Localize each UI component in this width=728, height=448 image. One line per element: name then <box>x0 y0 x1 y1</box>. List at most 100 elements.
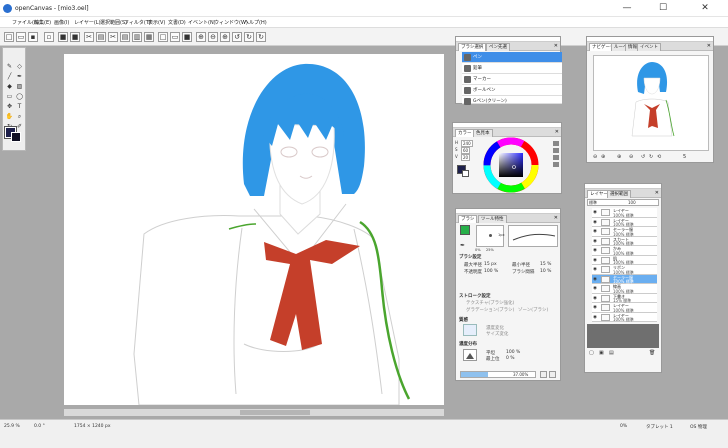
texture-option-2[interactable]: サイズ変化 <box>486 331 508 337</box>
brush-item-marker[interactable]: マーカー <box>462 74 562 85</box>
min-diameter-value[interactable]: 15 % <box>540 262 551 267</box>
minimize-button[interactable]: — <box>612 2 642 15</box>
layer-row[interactable]: ◉ かみ 100% 標準 <box>592 246 657 256</box>
eye-icon[interactable]: ◉ <box>593 286 597 291</box>
stroke-option-1[interactable]: テクスチャ(ブラシ強化) <box>466 300 514 306</box>
tab-tool-props[interactable]: ツール特性 <box>478 215 507 223</box>
eye-icon[interactable]: ◉ <box>593 267 597 272</box>
layer-row[interactable]: ◉ レイヤー 100% 標準 <box>592 303 657 313</box>
texture-preview[interactable] <box>463 324 477 336</box>
layer-row[interactable]: ◉ 肌 100% 標準 <box>592 255 657 265</box>
close-icon[interactable]: ✕ <box>554 215 558 222</box>
layer-row[interactable]: ◉ レイヤー 100% 標準 <box>592 217 657 227</box>
rotate-left-icon[interactable]: ↺ <box>232 32 242 42</box>
rotate-reset-icon[interactable]: ↻ <box>256 32 266 42</box>
eye-icon[interactable]: ◉ <box>593 258 597 263</box>
copy-icon[interactable]: ▫ <box>44 32 54 42</box>
dropper-tool-icon[interactable]: ✒ <box>15 72 24 81</box>
color-mode-icons[interactable] <box>553 141 559 177</box>
eye-icon[interactable]: ◉ <box>593 210 597 215</box>
stroke-option-3[interactable]: ゾーン(ブラシ) <box>518 307 548 313</box>
rotate-reset-icon[interactable]: ⟲ <box>657 154 661 160</box>
tab-color[interactable]: カラー <box>455 129 475 137</box>
color-wheel[interactable] <box>483 137 539 193</box>
max-diameter-value[interactable]: 15 px <box>484 262 497 267</box>
layer-icon[interactable]: ▦ <box>144 32 154 42</box>
brush-item-ballpen[interactable]: ボールペン <box>462 85 562 96</box>
drawing-canvas[interactable] <box>64 54 444 405</box>
tab-swatches[interactable]: 色見本 <box>473 129 493 137</box>
menu-filter[interactable]: フィルタ(T) <box>124 19 151 26</box>
eraser-tool-icon[interactable]: ◇ <box>15 62 24 71</box>
tab-selection[interactable]: 選択範囲 <box>607 190 631 198</box>
menu-image[interactable]: 画像(I) <box>54 19 69 26</box>
delete-layer-icon[interactable]: 🗑 <box>649 350 655 356</box>
move-tool-icon[interactable]: ✥ <box>5 102 14 111</box>
fill-tool-icon[interactable]: ◆ <box>5 82 14 91</box>
eye-icon[interactable]: ◉ <box>593 220 597 225</box>
close-icon[interactable]: ✕ <box>554 43 558 50</box>
opacity-value[interactable]: 100 % <box>484 269 498 274</box>
zoom-out-icon[interactable]: ⊖ <box>593 154 597 160</box>
layer-row-selected[interactable]: ◉ セーラー服 100% 標準 <box>592 274 657 284</box>
menu-document[interactable]: 文書(D) <box>168 19 186 26</box>
paste-icon[interactable]: ▤ <box>96 32 106 42</box>
zoom-value[interactable]: 5 <box>683 154 686 160</box>
gradient-tool-icon[interactable]: ▨ <box>15 82 24 91</box>
blend-mode-select[interactable]: 標準 <box>589 200 597 206</box>
brush-color-swatch[interactable] <box>460 225 470 235</box>
background-color-swatch[interactable] <box>11 132 21 142</box>
density-preview[interactable] <box>463 349 477 361</box>
tab-brush-tip[interactable]: ペン先選 <box>486 43 510 51</box>
tab-brush[interactable]: ブラシ <box>458 215 478 223</box>
brush-item-gpen[interactable]: Gペン(クリーン) <box>462 96 562 105</box>
layer-row[interactable]: ◉ レイヤー 100% 標準 <box>592 312 657 322</box>
frame-icon[interactable]: □ <box>158 32 168 42</box>
menu-event[interactable]: イベント(N) <box>188 19 216 26</box>
menu-view[interactable]: 表示(V) <box>148 19 165 26</box>
saturation-value[interactable]: 60 <box>461 147 471 154</box>
record-icon[interactable]: ■ <box>58 32 68 42</box>
zoom-fit-icon[interactable]: ⊕ <box>617 154 621 160</box>
zoom-actual-icon[interactable]: ⊖ <box>629 154 633 160</box>
menu-help[interactable]: ヘルプ(H) <box>244 19 267 26</box>
play-icon[interactable]: ■ <box>70 32 80 42</box>
frame2-icon[interactable]: ▭ <box>170 32 180 42</box>
zoom-out-icon[interactable]: ⊖ <box>208 32 218 42</box>
layer-row[interactable]: ◉ レイヤー 100% 標準 <box>592 208 657 218</box>
scroll-thumb[interactable] <box>240 410 310 415</box>
copy-layer-icon[interactable]: ▣ <box>599 350 604 356</box>
horizontal-scrollbar[interactable] <box>64 409 444 416</box>
fill-icon[interactable]: ■ <box>182 32 192 42</box>
merge-layer-icon[interactable]: ▤ <box>609 350 614 356</box>
eye-icon[interactable]: ◉ <box>593 248 597 253</box>
layer-opacity-value[interactable]: 100 <box>628 200 636 205</box>
secondary-color-swatch[interactable] <box>462 170 469 177</box>
rotate-right-icon[interactable]: ↻ <box>649 154 653 160</box>
hue-value[interactable]: 240 <box>461 140 473 147</box>
interval-value[interactable]: 10 % <box>540 269 551 274</box>
select-tool-icon[interactable]: ▭ <box>5 92 14 101</box>
zoom-tool-icon[interactable]: ⌕ <box>15 112 24 121</box>
close-icon[interactable]: ✕ <box>555 129 559 136</box>
cut-icon[interactable]: ✂ <box>84 32 94 42</box>
rotate-right-icon[interactable]: ↻ <box>244 32 254 42</box>
layer-row[interactable]: ◉ 下書き 15% 標準 <box>592 293 657 303</box>
density-flat-value[interactable]: 100 % <box>506 350 520 355</box>
close-icon[interactable]: ✕ <box>655 190 659 197</box>
eye-icon[interactable]: ◉ <box>593 296 597 301</box>
tab-event[interactable]: イベント <box>637 43 661 51</box>
brush-item-pen[interactable]: ペン <box>462 52 562 63</box>
brush-item-pencil[interactable]: 鉛筆 <box>462 63 562 74</box>
brush-tool-icon[interactable]: ╱ <box>5 72 14 81</box>
layer-row[interactable]: ◉ スカート 100% 標準 <box>592 236 657 246</box>
tab-brush-select[interactable]: ブラシ選択 <box>458 43 487 51</box>
zoom-in-icon[interactable]: ⊕ <box>196 32 206 42</box>
clipboard-icon[interactable]: ▤ <box>120 32 130 42</box>
dropper-icon[interactable]: ✒ <box>460 242 465 249</box>
density-top-value[interactable]: 0 % <box>506 356 515 361</box>
menu-edit[interactable]: 編集(E) <box>34 19 51 26</box>
open-icon[interactable]: ▭ <box>16 32 26 42</box>
new-layer-icon[interactable]: ▢ <box>589 350 594 356</box>
eye-icon[interactable]: ◉ <box>593 239 597 244</box>
